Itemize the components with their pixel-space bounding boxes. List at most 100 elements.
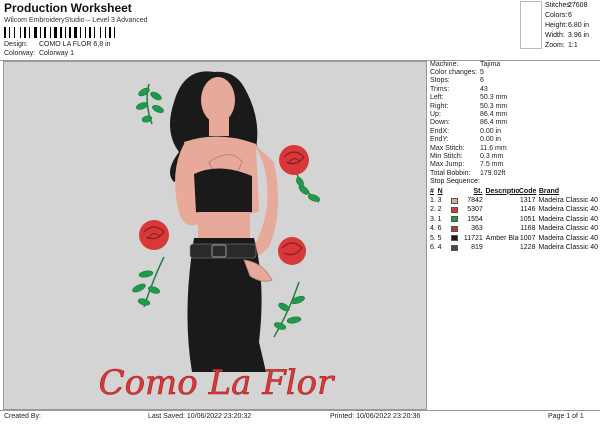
row-code: 1168 <box>520 225 536 233</box>
barcode-bar <box>85 27 86 38</box>
barcode-bar <box>16 27 19 38</box>
barcode-bar <box>14 27 15 38</box>
row-stitches: 819 <box>471 244 483 251</box>
barcode-bar <box>60 27 62 38</box>
colorway-label: Colorway: <box>4 50 36 57</box>
thread-preview-box <box>520 1 542 49</box>
zoom-label: Zoom: <box>545 42 565 49</box>
machine-info-value: 0.00 in <box>480 127 502 135</box>
barcode-bar <box>65 27 66 38</box>
row-num: 2. <box>430 206 436 214</box>
barcode-bar <box>74 27 77 38</box>
rose-right <box>278 237 306 265</box>
row-code: 1146 <box>520 206 536 214</box>
machine-info-value: 11.6 mm <box>480 144 507 152</box>
barcode-bar <box>54 27 57 38</box>
barcode-bar <box>44 27 46 38</box>
machine-info-row: Color changes: 5 <box>430 68 598 76</box>
page-title: Production Worksheet <box>4 1 132 15</box>
barcode-bar <box>4 27 6 38</box>
barcode-bar <box>42 27 43 38</box>
stop-sequence-row: 2. 2 5307 1146 Madeira Classic 40 <box>430 205 598 214</box>
machine-info-row: Machine: Tajima <box>430 60 598 68</box>
colorway-row: Colorway: Colorway 1 <box>4 50 74 57</box>
barcode-bar <box>78 27 79 38</box>
barcode <box>4 27 116 38</box>
row-stitches: 5307 <box>467 206 483 214</box>
stop-sequence-row: 6. 4 819 1228 Madeira Classic 40 <box>430 243 598 252</box>
barcode-bar <box>69 27 71 38</box>
row-stitches: 11721 <box>463 234 483 242</box>
design-preview: Como La Flor <box>3 61 427 410</box>
machine-info-label: Down: <box>430 119 450 127</box>
barcode-bar <box>34 27 37 38</box>
barcode-bar <box>67 27 68 38</box>
barcode-bar <box>114 27 115 38</box>
barcode-bar <box>52 27 53 38</box>
col-st: St. <box>473 187 483 195</box>
machine-info-row: Up: 86.4 mm <box>430 110 598 118</box>
machine-info-value: 0.3 mm <box>480 152 504 160</box>
rose-top-right <box>279 145 309 175</box>
leaf-sprig-top-right <box>295 171 321 203</box>
machine-info-row: Max Stitch: 11.6 mm <box>430 144 598 152</box>
barcode-bar <box>87 27 88 38</box>
neck <box>209 118 229 136</box>
barcode-bar <box>29 27 30 38</box>
thread-color-swatch <box>451 235 458 242</box>
zoom-row: Zoom: 1:1 <box>545 42 597 52</box>
barcode-bar <box>47 27 49 38</box>
machine-info-label: Total Bobbin: <box>430 169 471 177</box>
row-num: 1. <box>430 197 436 205</box>
leaf-sprig-left <box>132 256 165 308</box>
row-n: 2 <box>437 206 442 214</box>
row-brand: Madeira Classic 40 <box>538 215 598 223</box>
width-row: Width: 3.96 in <box>545 32 597 42</box>
design-caption: Como La Flor <box>99 363 336 403</box>
machine-info-row: Left: 50.3 mm <box>430 94 598 102</box>
col-brand: Brand <box>538 187 560 195</box>
machine-info-value: Tajima <box>480 60 501 68</box>
machine-info-label: Up: <box>430 111 441 119</box>
thread-color-swatch <box>451 206 458 213</box>
machine-info-label: Max Jump: <box>430 161 465 169</box>
machine-info-value: 6 <box>480 77 484 85</box>
machine-info-label: Max Stitch: <box>430 144 465 152</box>
machine-info-row: Total Bobbin: 179.02ft <box>430 169 598 177</box>
machine-info-label: EndX: <box>430 127 450 135</box>
row-stitches: 363 <box>471 225 483 233</box>
stop-sequence-header: # N St. Description Code Brand <box>430 187 598 196</box>
colors-row: Colors: 6 <box>545 12 597 22</box>
row-n: 1 <box>437 215 442 223</box>
last-saved: Last Saved: 10/06/2022 23:20:32 <box>148 413 252 420</box>
barcode-bar <box>22 27 23 38</box>
row-brand: Madeira Classic 40 <box>538 225 598 233</box>
design-label: Design: <box>4 41 28 48</box>
machine-info-row: Max Jump: 7.5 mm <box>430 161 598 169</box>
machine-info-row: EndY: 0.00 in <box>430 136 598 144</box>
row-brand: Madeira Classic 40 <box>538 244 598 251</box>
machine-info-row: EndX: 0.00 in <box>430 127 598 135</box>
machine-info-value: 43 <box>480 85 488 93</box>
barcode-bar <box>94 27 95 38</box>
barcode-bar <box>107 27 108 38</box>
machine-info-row: Down: 86.4 mm <box>430 119 598 127</box>
barcode-bar <box>20 27 21 38</box>
row-brand: Madeira Classic 40 <box>538 234 598 242</box>
machine-info-row: Right: 50.3 mm <box>430 102 598 110</box>
machine-info-label: Stops: <box>430 77 450 85</box>
machine-info-value: 50.3 mm <box>480 102 508 110</box>
colors-label: Colors: <box>545 12 568 19</box>
row-num: 3. <box>430 215 436 223</box>
stitches-row: Stitches: 27608 <box>545 2 597 12</box>
col-num: # <box>430 187 434 195</box>
thread-color-swatch <box>451 225 458 232</box>
col-description: Description <box>485 187 519 195</box>
thread-color-swatch <box>451 244 458 251</box>
design-value: COMO LA FLOR 6,8 in <box>38 41 111 48</box>
barcode-bar <box>58 27 59 38</box>
height-label: Height: <box>545 22 568 29</box>
machine-info-label: Trims: <box>430 85 450 93</box>
barcode-bar <box>27 27 28 38</box>
software-subtitle: Wilcom EmbroideryStudio – Level 3 Advanc… <box>4 17 148 24</box>
